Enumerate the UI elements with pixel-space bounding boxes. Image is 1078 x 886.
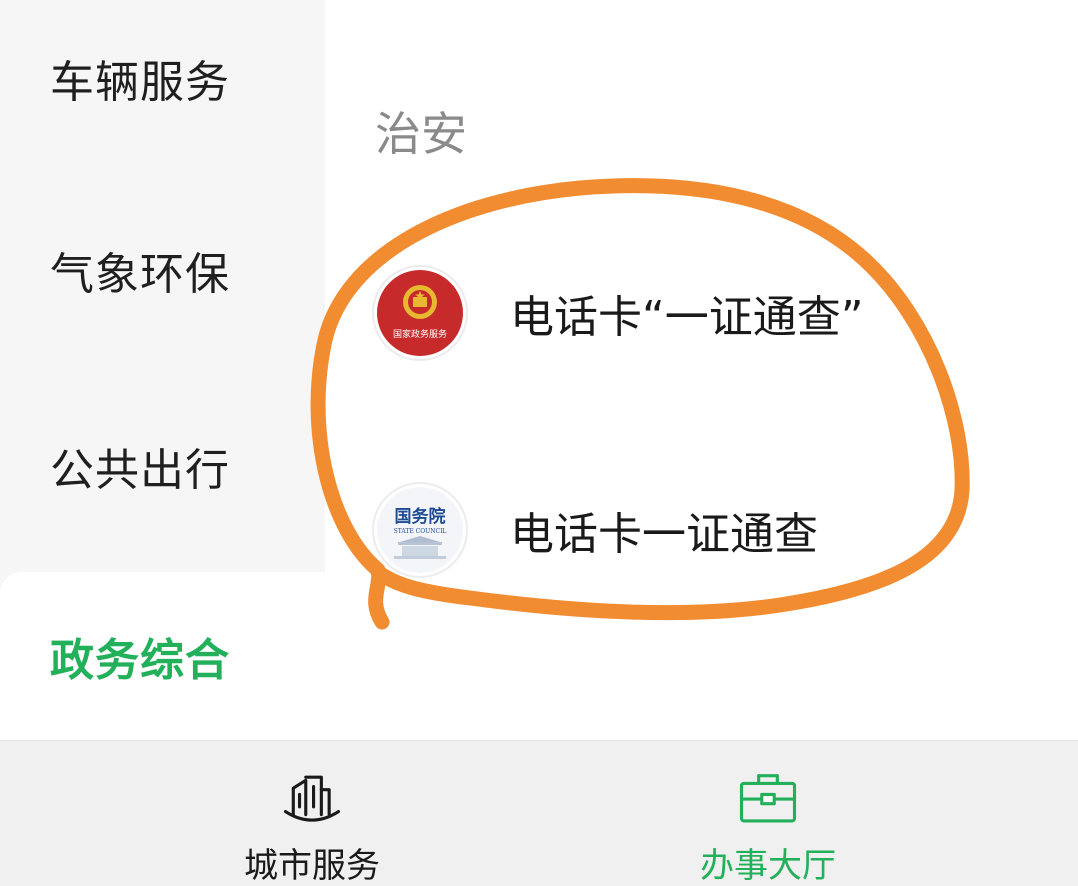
service-item-phone-card-check-state-council[interactable]: 国务院 STATE COUNCIL 电话卡一证通查 <box>372 480 1052 580</box>
svg-text:STATE COUNCIL: STATE COUNCIL <box>394 528 447 535</box>
service-list-panel: 治安 国家政务服务 电话卡“一证通查” 国务院 STATE COUNCIL 电话… <box>325 0 1078 740</box>
national-government-service-emblem-icon: 国家政务服务 <box>372 265 468 361</box>
sidebar-item-vehicle-services[interactable]: 车辆服务 <box>0 0 325 175</box>
sidebar-item-public-transport[interactable]: 公共出行 <box>0 368 325 563</box>
svg-text:国家政务服务: 国家政务服务 <box>393 328 447 340</box>
buildings-icon <box>283 775 341 822</box>
bottom-tab-bar: 城市服务 办事大厅 <box>0 740 1078 886</box>
section-title: 治安 <box>375 107 467 161</box>
briefcase-icon <box>739 774 797 823</box>
tab-label: 办事大厅 <box>700 846 836 886</box>
sidebar-item-label: 气象环保 <box>50 248 230 300</box>
service-label: 电话卡一证通查 <box>510 509 818 560</box>
screen: 车辆服务 气象环保 公共出行 政务综合 治安 国家政务服务 电话卡“一证通查” … <box>0 0 1078 886</box>
state-council-logo-icon: 国务院 STATE COUNCIL <box>372 482 468 578</box>
sidebar-item-label: 车辆服务 <box>50 56 230 108</box>
sidebar-item-label: 公共出行 <box>50 444 230 496</box>
service-label: 电话卡“一证通查” <box>510 292 864 343</box>
category-sidebar: 车辆服务 气象环保 公共出行 政务综合 <box>0 0 325 740</box>
tab-city-services[interactable]: 城市服务 <box>162 741 462 886</box>
sidebar-item-government-affairs[interactable]: 政务综合 <box>0 572 325 740</box>
sidebar-item-weather-environment[interactable]: 气象环保 <box>0 172 325 367</box>
svg-text:国务院: 国务院 <box>395 506 446 527</box>
tab-service-hall[interactable]: 办事大厅 <box>618 741 918 886</box>
tab-label: 城市服务 <box>244 846 380 886</box>
sidebar-item-label: 政务综合 <box>50 635 230 686</box>
service-item-phone-card-check-gov[interactable]: 国家政务服务 电话卡“一证通查” <box>372 263 1052 363</box>
